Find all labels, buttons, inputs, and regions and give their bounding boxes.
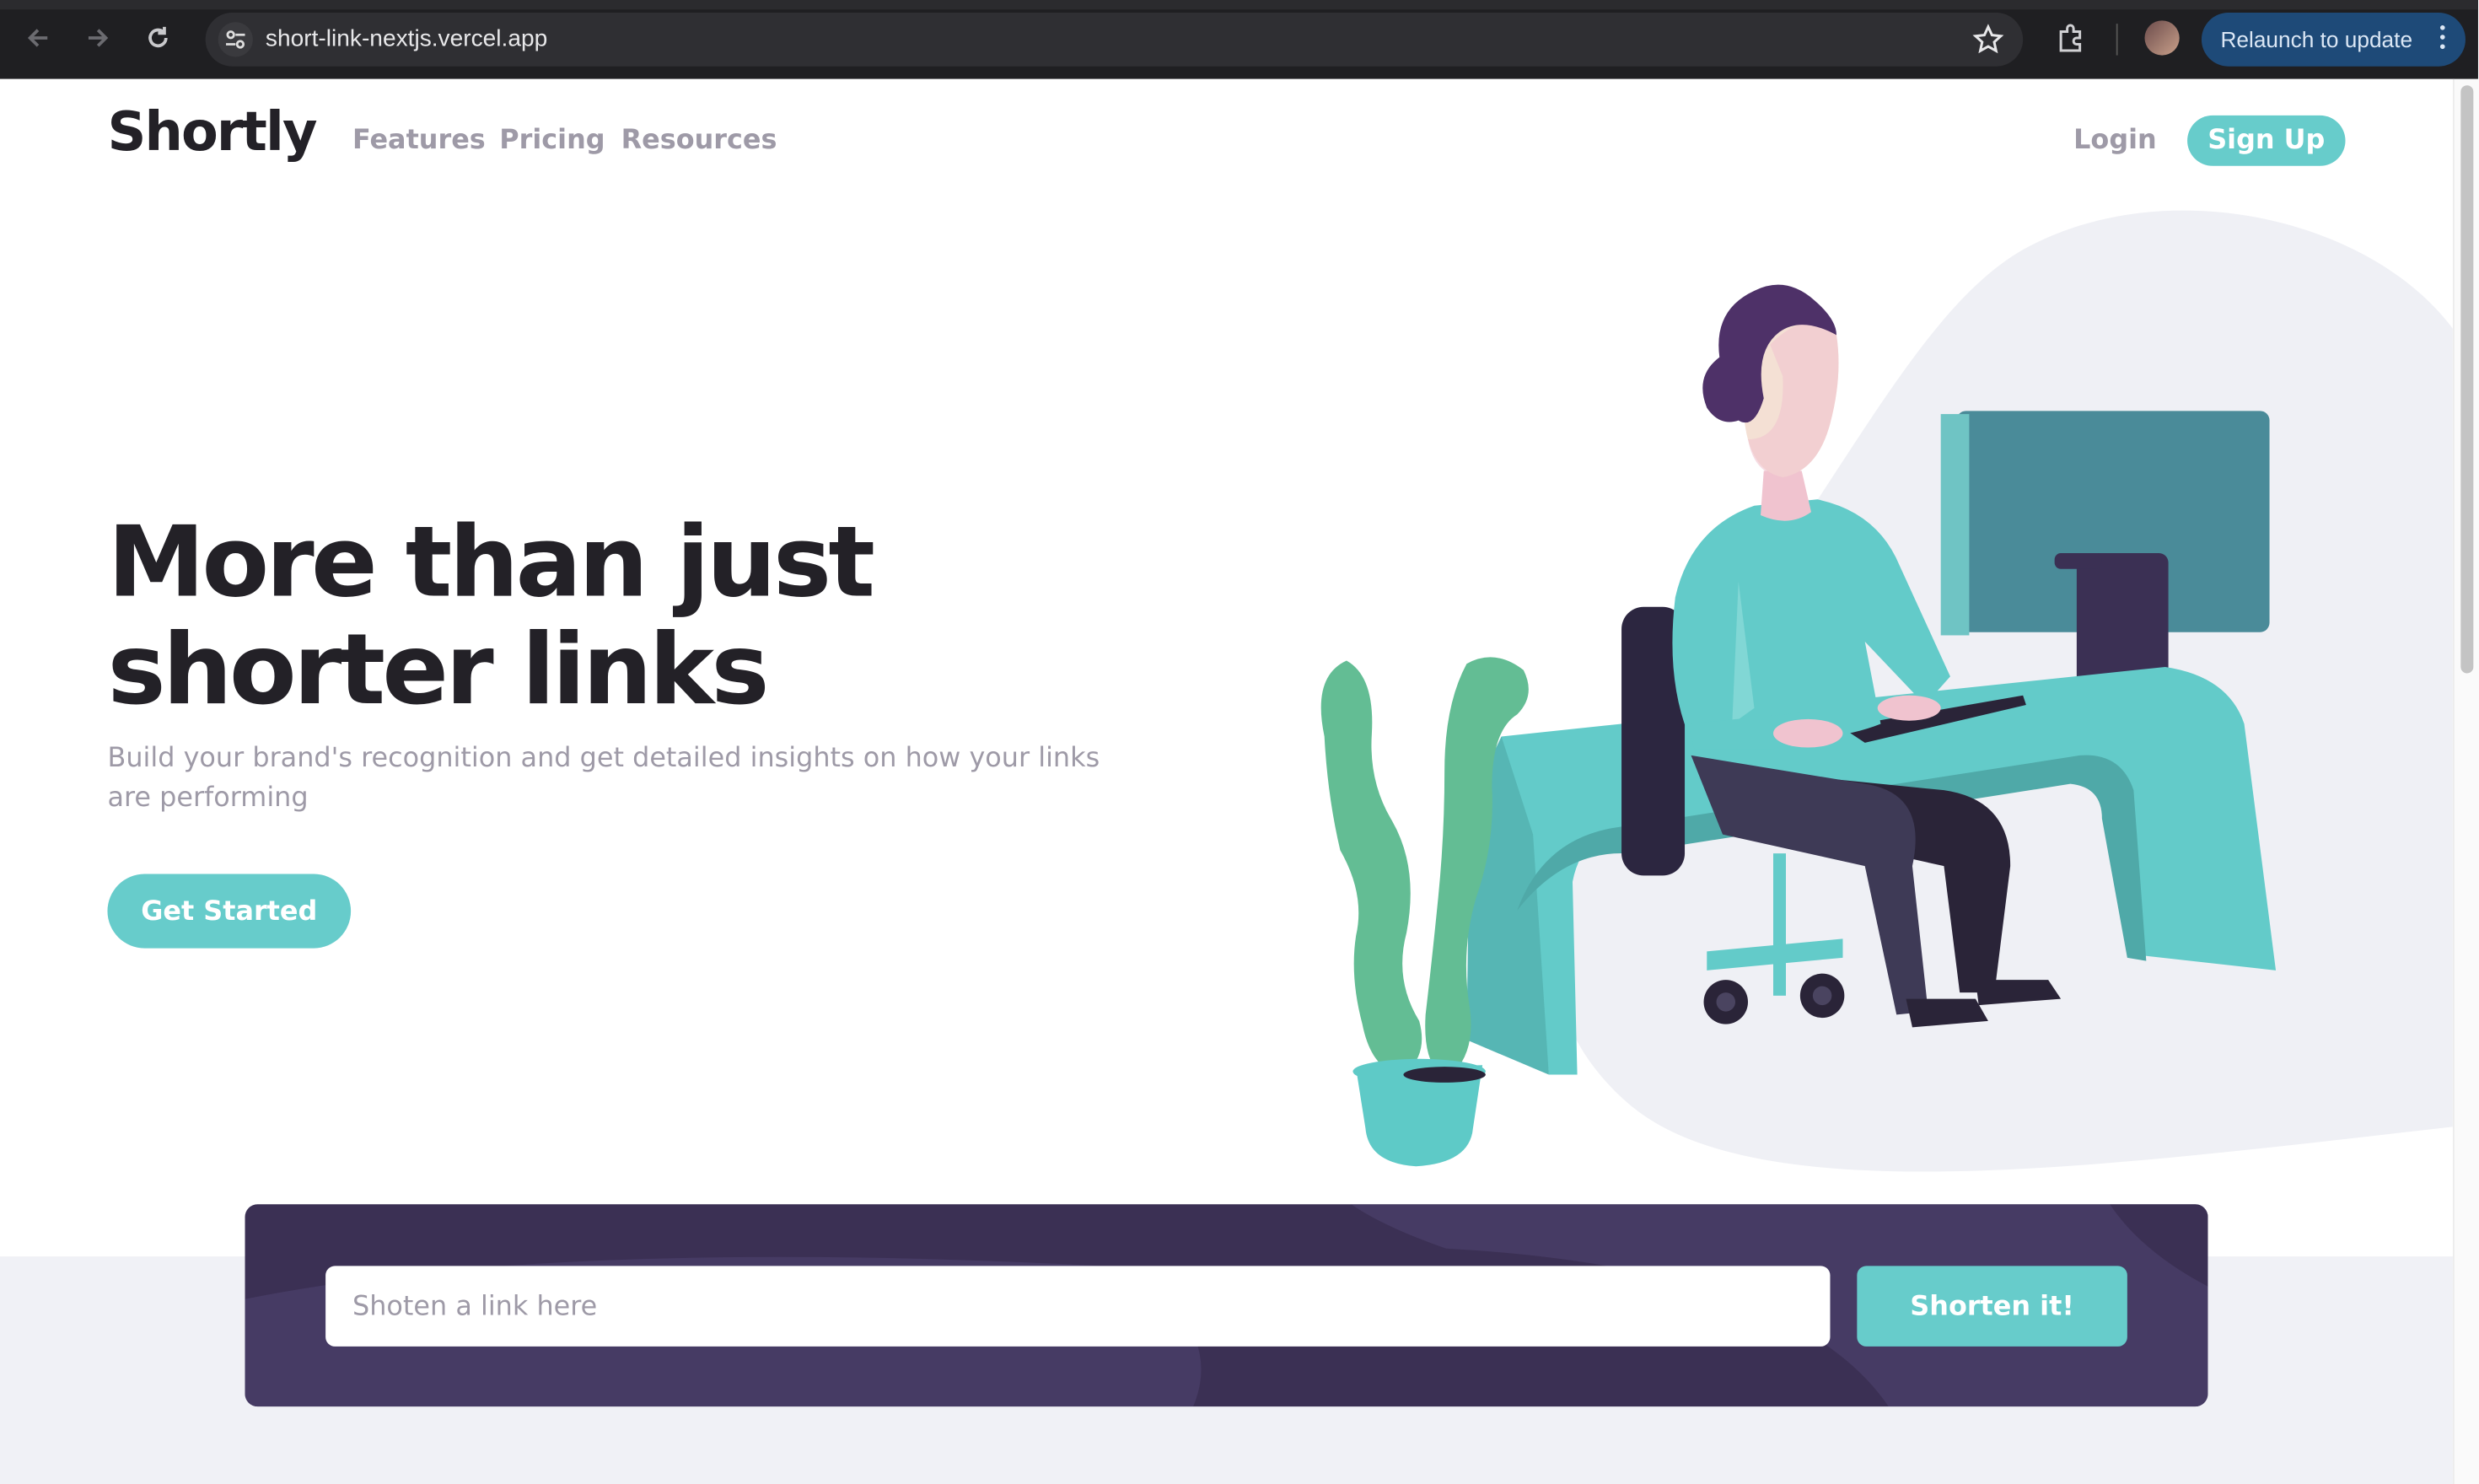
url-text[interactable]: short-link-nextjs.vercel.app — [266, 25, 547, 52]
signup-button[interactable]: Sign Up — [2187, 115, 2346, 166]
tab-strip — [0, 0, 2478, 10]
page-viewport: Shortly Features Pricing Resources Login… — [0, 78, 2453, 1484]
browser-toolbar: short-link-nextjs.vercel.app Relaunch to… — [0, 0, 2478, 79]
shorten-button[interactable]: Shorten it! — [1857, 1266, 2127, 1347]
scrollbar-thumb[interactable] — [2460, 85, 2474, 674]
shorten-form: Shorten it! — [245, 1204, 2208, 1407]
more-menu-icon[interactable] — [2439, 24, 2446, 54]
login-link[interactable]: Login — [2073, 125, 2157, 156]
hero-title-line2: shorter links — [107, 611, 769, 728]
site-header: Shortly Features Pricing Resources Login… — [0, 79, 2453, 206]
get-started-button[interactable]: Get Started — [107, 874, 352, 949]
hero-subtitle: Build your brand's recognition and get d… — [107, 742, 1100, 815]
reload-icon[interactable] — [139, 19, 177, 56]
hero-title: More than just shorter links — [107, 503, 1056, 728]
forward-arrow-icon[interactable] — [79, 19, 117, 56]
scrollbar[interactable] — [2452, 78, 2479, 1484]
relaunch-label: Relaunch to update — [2220, 26, 2413, 52]
profile-avatar[interactable] — [2144, 20, 2180, 56]
bookmark-star-icon[interactable] — [1972, 24, 2004, 62]
site-settings-icon[interactable] — [218, 22, 253, 57]
toolbar-divider — [2116, 24, 2118, 56]
back-arrow-icon[interactable] — [19, 19, 56, 56]
hero-illustration — [1280, 202, 2453, 1182]
link-input[interactable] — [325, 1266, 1831, 1347]
logo[interactable]: Shortly — [107, 101, 317, 164]
extensions-icon[interactable] — [2055, 20, 2089, 62]
relaunch-button[interactable]: Relaunch to update — [2201, 12, 2466, 67]
nav-link-features[interactable]: Features — [352, 125, 486, 156]
nav-link-resources[interactable]: Resources — [621, 125, 777, 156]
hero-title-line1: More than just — [107, 503, 875, 620]
nav-link-pricing[interactable]: Pricing — [499, 125, 605, 156]
address-bar[interactable]: short-link-nextjs.vercel.app — [205, 12, 2024, 67]
